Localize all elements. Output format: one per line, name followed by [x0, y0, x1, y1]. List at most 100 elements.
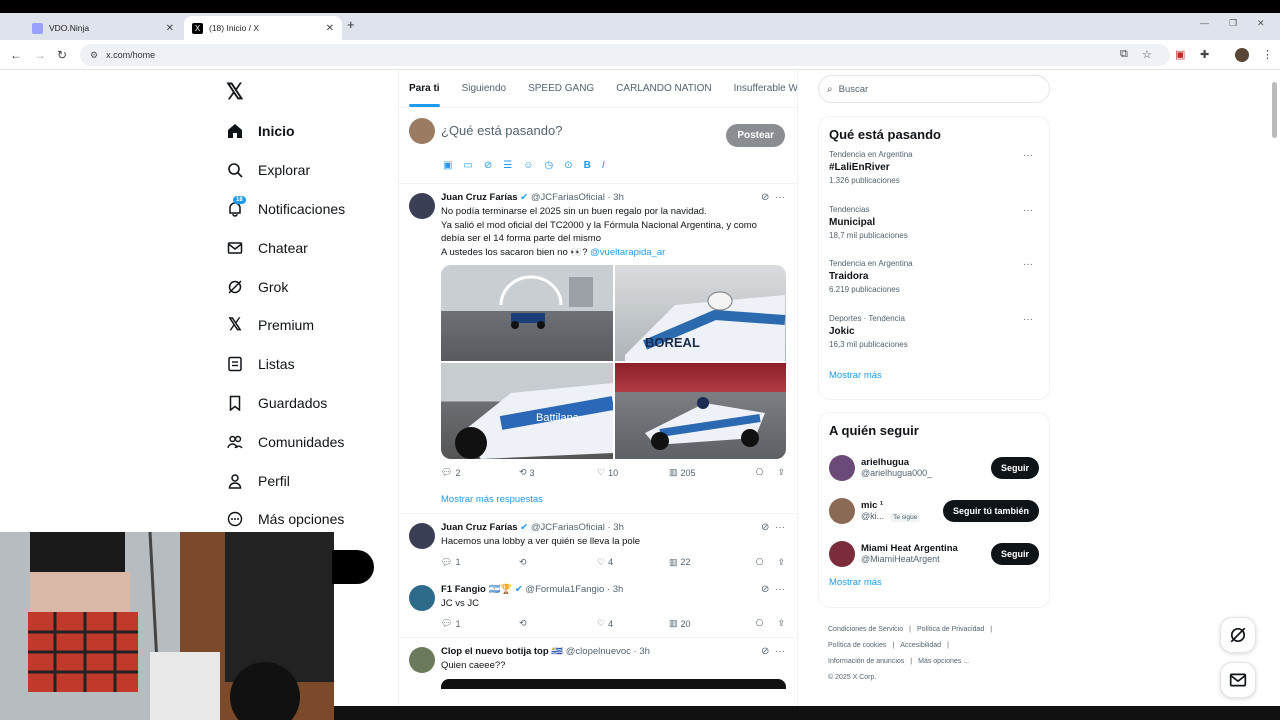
avatar[interactable]: [829, 497, 855, 524]
messages-fab-button[interactable]: [1220, 662, 1256, 698]
more-options-icon[interactable]: ···: [775, 584, 785, 595]
avatar[interactable]: [409, 523, 435, 549]
reload-icon[interactable]: ↻: [57, 48, 67, 62]
reply-button[interactable]: 💬︎ 1: [441, 618, 519, 629]
like-button[interactable]: ♡ 10: [597, 467, 669, 478]
media-image-3[interactable]: Battilana: [441, 363, 613, 459]
tab-speed-gang[interactable]: SPEED GANG: [528, 83, 594, 94]
trend-item[interactable]: Tendencia en Argentina Traidora 6.219 pu…: [829, 259, 1039, 314]
follow-button[interactable]: Seguir: [990, 456, 1039, 479]
browser-menu-icon[interactable]: ⋮: [1262, 48, 1273, 61]
media-image-4[interactable]: [614, 363, 786, 459]
tab-siguiendo[interactable]: Siguiendo: [462, 83, 506, 94]
tweet[interactable]: ⊘ ··· Juan Cruz Farías ✔ @JCFariasOficia…: [399, 184, 797, 486]
more-options-icon[interactable]: ···: [1023, 150, 1033, 161]
trend-item[interactable]: Tendencias Municipal 18,7 mil publicacio…: [829, 205, 1039, 260]
tab-para-ti[interactable]: Para ti: [409, 83, 440, 107]
follow-suggestion[interactable]: mic ¹ @ki... Te sigue Seguir tú también: [829, 489, 1039, 532]
more-options-icon[interactable]: ···: [775, 646, 785, 657]
bookmark-icon[interactable]: ⎔: [756, 557, 764, 568]
emoji-icon[interactable]: ☺: [523, 160, 533, 171]
extensions-puzzle-icon[interactable]: ✚: [1200, 48, 1209, 61]
scrollbar-thumb[interactable]: [1272, 82, 1277, 138]
tab-insufferable[interactable]: Insufferable W: [734, 83, 797, 94]
views-button[interactable]: ▥ 20: [669, 618, 753, 629]
post-button[interactable]: Postear: [726, 124, 785, 147]
trend-item[interactable]: Deportes · Tendencia Jokic 16,3 mil publ…: [829, 314, 1039, 369]
share-icon[interactable]: ⇪: [777, 557, 785, 568]
repost-button[interactable]: ⟲: [519, 618, 597, 629]
follow-back-button[interactable]: Seguir tú también: [942, 499, 1039, 522]
tweet[interactable]: ⊘ ··· F1 Fangio 🇦🇷🏆 ✔ @Formula1Fangio · …: [399, 576, 797, 638]
tab-vdo-ninja[interactable]: VDO.Ninja ✕: [24, 16, 182, 40]
url-field[interactable]: ⚙ x.com/home: [80, 44, 1170, 66]
schedule-icon[interactable]: ◷: [544, 160, 553, 171]
more-options-icon[interactable]: ···: [775, 522, 785, 533]
bookmark-star-icon[interactable]: ☆: [1142, 48, 1152, 61]
more-options-icon[interactable]: ···: [775, 192, 785, 203]
search-input[interactable]: ⌕ Buscar: [818, 75, 1050, 103]
follow-suggestion[interactable]: arielhugua @arielhugua000_ Seguir: [829, 446, 1039, 489]
site-info-icon[interactable]: ⚙: [90, 50, 98, 61]
share-icon[interactable]: ⇪: [777, 467, 785, 478]
browser-profile-avatar[interactable]: [1235, 48, 1249, 62]
grok-explain-icon[interactable]: ⊘: [761, 192, 769, 203]
extension-icon[interactable]: ▣: [1175, 48, 1185, 61]
bold-icon[interactable]: B: [584, 160, 591, 171]
like-button[interactable]: ♡ 4: [597, 618, 669, 629]
forward-icon[interactable]: →: [34, 48, 46, 62]
show-more-replies-link[interactable]: Mostrar más respuestas: [399, 486, 797, 514]
close-window-icon[interactable]: ✕: [1257, 18, 1265, 29]
show-more-follow-link[interactable]: Mostrar más: [829, 577, 1039, 588]
share-icon[interactable]: ⇪: [777, 618, 785, 629]
nav-item-guardados[interactable]: Guardados: [226, 384, 345, 423]
tweet[interactable]: ⊘ ··· Juan Cruz Farías ✔ @JCFariasOficia…: [399, 514, 797, 576]
install-app-icon[interactable]: ⧉: [1120, 48, 1128, 61]
more-options-icon[interactable]: ···: [1023, 314, 1033, 325]
grok-fab-button[interactable]: [1220, 617, 1256, 653]
nav-item-grok[interactable]: Grok: [226, 267, 345, 306]
gif-icon[interactable]: ▭: [463, 160, 472, 171]
more-options-icon[interactable]: ···: [1023, 259, 1033, 270]
reply-button[interactable]: 💬︎ 2: [441, 467, 519, 478]
media-image-2[interactable]: BOREAL: [614, 265, 786, 361]
media-image-1[interactable]: [441, 265, 613, 361]
repost-button[interactable]: ⟲: [519, 557, 597, 568]
x-logo-icon[interactable]: 𝕏: [226, 79, 244, 105]
follow-suggestion[interactable]: Miami Heat Argentina @MiamiHeatArgent Se…: [829, 532, 1039, 575]
poll-icon[interactable]: ☰: [503, 160, 512, 171]
avatar[interactable]: [409, 584, 435, 611]
maximize-icon[interactable]: ❐: [1229, 18, 1237, 29]
show-more-trends-link[interactable]: Mostrar más: [829, 370, 1039, 381]
grok-compose-icon[interactable]: ⊘: [484, 160, 492, 171]
nav-item-premium[interactable]: 𝕏 Premium: [226, 306, 345, 345]
compose-input[interactable]: ¿Qué está pasando?: [441, 123, 562, 138]
user-avatar[interactable]: [409, 118, 435, 144]
close-tab-icon[interactable]: ✕: [326, 23, 334, 34]
nav-item-listas[interactable]: Listas: [226, 345, 345, 384]
views-button[interactable]: ▥ 22: [669, 557, 753, 568]
nav-item-chatear[interactable]: Chatear: [226, 228, 345, 267]
follow-button[interactable]: Seguir: [990, 542, 1039, 565]
nav-item-inicio[interactable]: Inicio: [226, 112, 345, 151]
avatar[interactable]: [829, 454, 855, 481]
bookmark-icon[interactable]: ⎔: [756, 467, 764, 478]
nav-item-notificaciones[interactable]: 18 Notificaciones: [226, 190, 345, 229]
nav-item-perfil[interactable]: Perfil: [226, 461, 345, 500]
like-button[interactable]: ♡ 4: [597, 557, 669, 568]
more-options-icon[interactable]: ···: [1023, 205, 1033, 216]
minimize-icon[interactable]: —: [1200, 18, 1209, 28]
tab-carlando-nation[interactable]: CARLANDO NATION: [616, 83, 711, 94]
nav-item-comunidades[interactable]: Comunidades: [226, 422, 345, 461]
views-button[interactable]: ▥ 205: [669, 467, 753, 478]
tweet-media-preview[interactable]: [441, 678, 786, 689]
mention-link[interactable]: @vueltarapida_ar: [590, 247, 665, 258]
trend-item[interactable]: Tendencia en Argentina #LaliEnRiver 1.32…: [829, 150, 1039, 205]
grok-explain-icon[interactable]: ⊘: [761, 584, 769, 595]
repost-button[interactable]: ⟲ 3: [519, 467, 597, 478]
new-tab-button[interactable]: +: [347, 17, 355, 32]
tweet[interactable]: ⊘ ··· Clop el nuevo botija top 🇺🇾 @clope…: [399, 638, 797, 697]
grok-explain-icon[interactable]: ⊘: [761, 646, 769, 657]
tab-x-home[interactable]: X (18) Inicio / X ✕: [184, 16, 342, 40]
bookmark-icon[interactable]: ⎔: [756, 618, 764, 629]
